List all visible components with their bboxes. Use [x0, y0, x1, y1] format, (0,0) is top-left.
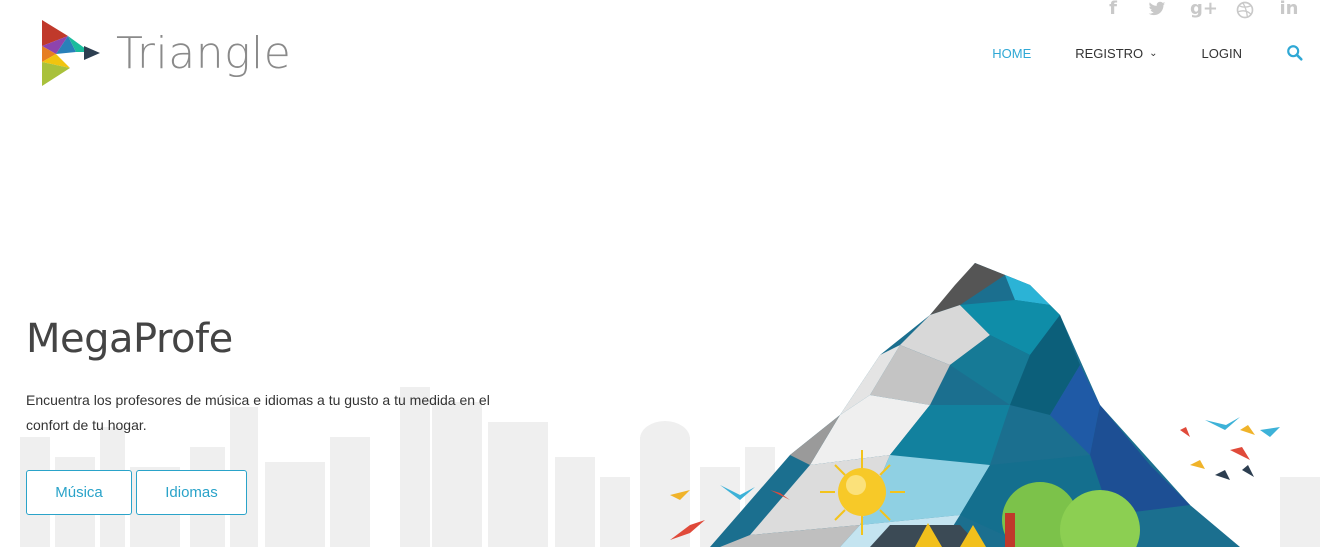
- nav-login[interactable]: LOGIN: [1202, 46, 1242, 61]
- nav-registro[interactable]: REGISTRO ⌄: [1075, 46, 1157, 61]
- social-links: f g+ in: [1102, 0, 1300, 20]
- mountain-illustration: [670, 263, 1280, 547]
- logo-triangle-icon: [42, 20, 100, 86]
- chevron-down-icon: ⌄: [1149, 47, 1158, 59]
- main-nav: HOME REGISTRO ⌄ LOGIN: [948, 44, 1304, 62]
- logo-text: Triangle: [116, 27, 292, 79]
- hero-description: Encuentra los profesores de música e idi…: [26, 392, 490, 433]
- twitter-icon[interactable]: [1146, 0, 1168, 20]
- hero-section: MegaProfe Encuentra los profesores de mú…: [26, 316, 546, 515]
- hero-buttons: Música Idiomas: [26, 470, 546, 515]
- nav-registro-label: REGISTRO: [1075, 45, 1144, 61]
- idiomas-button[interactable]: Idiomas: [136, 470, 247, 515]
- nav-home[interactable]: HOME: [992, 46, 1031, 61]
- dribbble-icon[interactable]: [1234, 0, 1256, 20]
- search-icon[interactable]: [1286, 44, 1304, 62]
- hero-title: MegaProfe: [26, 316, 233, 362]
- facebook-icon[interactable]: f: [1102, 0, 1124, 20]
- site-logo[interactable]: Triangle: [40, 18, 291, 88]
- google-plus-icon[interactable]: g+: [1190, 0, 1218, 20]
- musica-button[interactable]: Música: [26, 470, 132, 515]
- linkedin-icon[interactable]: in: [1278, 0, 1300, 20]
